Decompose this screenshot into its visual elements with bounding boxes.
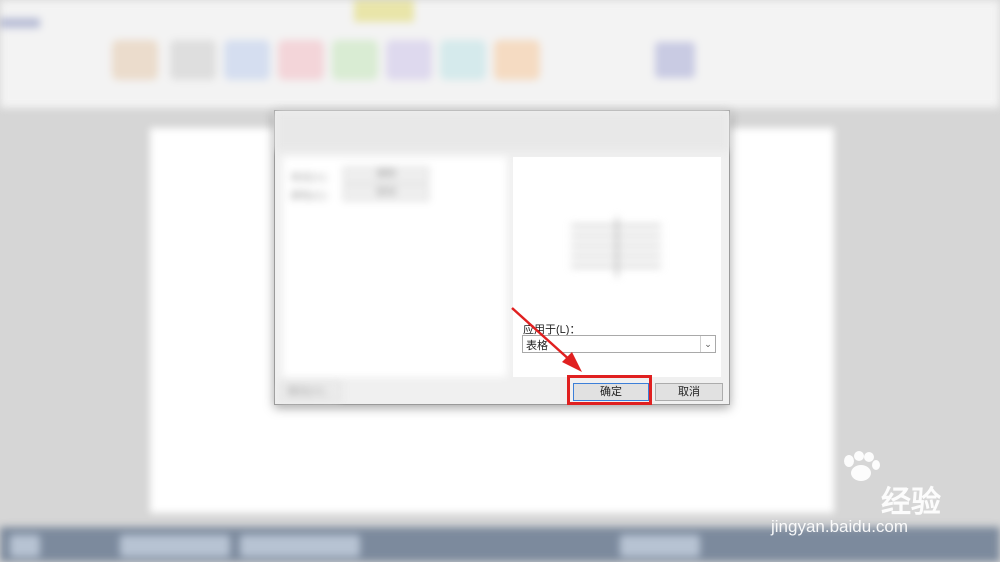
- taskbar-start[interactable]: [10, 535, 40, 557]
- chevron-down-icon[interactable]: ⌄: [700, 336, 715, 352]
- ribbon-active-tab[interactable]: [354, 0, 414, 22]
- style-select[interactable]: 清除: [343, 167, 429, 183]
- annotation-arrow-icon: [511, 307, 582, 372]
- table-preview: [571, 217, 661, 277]
- taskbar-app-2[interactable]: [240, 535, 360, 557]
- border-settings-pane: 样式(Y)： 清除 颜色(C)： 自动: [283, 157, 507, 377]
- dialog-header: [275, 111, 729, 151]
- ribbon-style-3[interactable]: [224, 40, 270, 80]
- taskbar-app-1[interactable]: [120, 535, 230, 557]
- border-lines-button[interactable]: 横线(H)...: [279, 383, 341, 401]
- style-label: 样式(Y)：: [291, 173, 335, 184]
- baidu-jingyan-watermark: Bai 经验 jingyan.baidu.com: [765, 451, 1000, 545]
- ribbon-style-8[interactable]: [494, 40, 540, 80]
- watermark-brand: Bai: [765, 473, 821, 511]
- watermark-brand-cn: 经验: [881, 486, 941, 519]
- color-label: 颜色(C)：: [291, 191, 335, 202]
- baidu-paw-icon: [844, 451, 880, 481]
- watermark-url: jingyan.baidu.com: [771, 517, 909, 536]
- ribbon-style-2[interactable]: [170, 40, 216, 80]
- taskbar-tray[interactable]: [620, 535, 700, 557]
- ribbon-style-4[interactable]: [278, 40, 324, 80]
- ribbon: [0, 0, 1000, 108]
- app-title-bar: [0, 18, 40, 28]
- ribbon-style-6[interactable]: [386, 40, 432, 80]
- ribbon-style-1[interactable]: [112, 40, 158, 80]
- ribbon-style-7[interactable]: [440, 40, 486, 80]
- ribbon-style-5[interactable]: [332, 40, 378, 80]
- color-select[interactable]: 自动: [343, 185, 429, 201]
- ribbon-table-tool[interactable]: [655, 42, 695, 78]
- cancel-button[interactable]: 取消: [655, 383, 723, 401]
